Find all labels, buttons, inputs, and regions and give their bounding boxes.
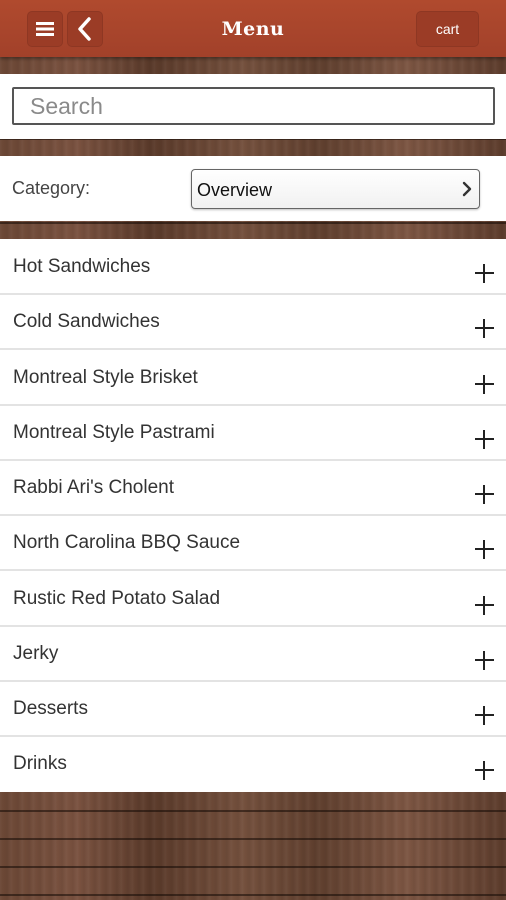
list-item-label: Rustic Red Potato Salad [13, 588, 221, 609]
category-select[interactable]: Overview [191, 169, 480, 209]
list-item-label: Desserts [13, 698, 88, 719]
chevron-right-icon [462, 181, 472, 197]
list-item-label: Cold Sandwiches [13, 311, 160, 332]
plus-icon[interactable] [475, 375, 494, 394]
category-label: Category: [12, 178, 91, 198]
search-input[interactable] [12, 87, 495, 125]
plus-icon[interactable] [475, 319, 494, 338]
list-item-label: Hot Sandwiches [13, 256, 151, 277]
list-item[interactable]: North Carolina BBQ Sauce [0, 515, 506, 571]
plus-icon[interactable] [475, 596, 494, 615]
plus-icon[interactable] [475, 430, 494, 449]
plus-icon[interactable] [475, 485, 494, 504]
plus-icon[interactable] [475, 651, 494, 670]
list-item[interactable]: Drinks [0, 736, 506, 792]
list-item[interactable]: Rustic Red Potato Salad [0, 571, 506, 627]
list-item-label: Montreal Style Pastrami [13, 422, 215, 443]
list-item[interactable]: Jerky [0, 626, 506, 682]
list-item[interactable]: Montreal Style Brisket [0, 350, 506, 406]
list-item-label: Jerky [13, 643, 59, 664]
category-panel: Category: Overview [0, 156, 506, 221]
list-item[interactable]: Hot Sandwiches [0, 239, 506, 295]
list-item-label: Rabbi Ari's Cholent [13, 477, 174, 498]
app-header: Menu cart [0, 0, 506, 57]
list-item-label: North Carolina BBQ Sauce [13, 532, 241, 553]
list-item-label: Drinks [13, 753, 67, 774]
list-item[interactable]: Montreal Style Pastrami [0, 405, 506, 461]
cart-button[interactable]: cart [416, 11, 479, 47]
category-selected-value: Overview [197, 180, 273, 200]
plus-icon[interactable] [475, 761, 494, 780]
plus-icon[interactable] [475, 706, 494, 725]
search-panel [0, 74, 506, 139]
list-item[interactable]: Cold Sandwiches [0, 294, 506, 350]
plus-icon[interactable] [475, 540, 494, 559]
list-item-label: Montreal Style Brisket [13, 367, 198, 388]
plus-icon[interactable] [475, 264, 494, 283]
list-item[interactable]: Desserts [0, 681, 506, 737]
list-item[interactable]: Rabbi Ari's Cholent [0, 460, 506, 516]
menu-category-list: Hot Sandwiches Cold Sandwiches Montreal … [0, 239, 506, 792]
